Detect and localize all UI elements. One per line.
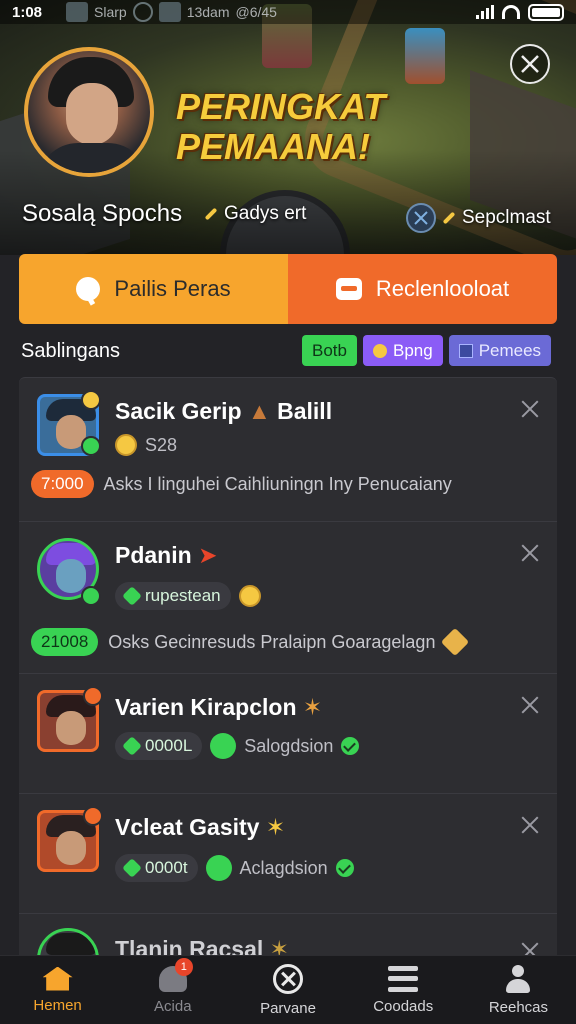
item-meta: 0000t Aclagdsion	[115, 854, 354, 882]
score-pill: 21008	[31, 628, 99, 656]
dismiss-icon[interactable]	[519, 814, 541, 836]
item-meta: 0000L Salogdsion	[115, 732, 360, 760]
status-icons	[476, 3, 564, 21]
box-icon	[335, 278, 362, 300]
nav-home[interactable]: Hemen	[0, 956, 115, 1024]
nav-battle[interactable]: Parvane	[230, 956, 345, 1024]
x-badge-icon	[83, 806, 103, 826]
nav-records[interactable]: Coodads	[346, 956, 461, 1024]
token-icon	[210, 733, 237, 759]
key-icon	[115, 434, 137, 456]
bottom-nav: Hemen 1 Acida Parvane Coodads Reehcas	[0, 955, 576, 1024]
item-meta: S28	[115, 434, 177, 456]
player-name: Sosalą Spochs	[22, 200, 183, 227]
mini-label: Slarp	[94, 4, 127, 20]
mini-thumb-icon	[158, 2, 181, 22]
wifi-icon	[502, 5, 520, 19]
primary-action-button[interactable]: Pailis Peras	[19, 254, 288, 324]
mini-avatar-icon	[66, 2, 88, 22]
status-mini-info: Slarp 13dam @6/45	[66, 2, 277, 22]
item-name: Pdanin ➤	[115, 542, 218, 568]
hero-title: PERINGKAT PEMAANA!	[176, 86, 386, 167]
status-bar: 1:08 Slarp 13dam @6/45	[0, 0, 576, 24]
pencil-icon	[442, 211, 456, 225]
gem-icon	[441, 627, 470, 657]
dismiss-icon[interactable]	[519, 398, 541, 420]
star-badge-icon	[81, 390, 101, 410]
filter-chips: Botb Bpng Pemees	[302, 335, 552, 366]
item-meta: rupestean	[115, 582, 261, 610]
close-button[interactable]	[510, 44, 550, 84]
action-bar: Pailis Peras Reclenlooloat	[19, 254, 557, 324]
filter-chip[interactable]: Botb	[302, 335, 357, 366]
secondary-action-button[interactable]: Reclenlooloat	[288, 254, 557, 324]
nav-friends[interactable]: 1 Acida	[115, 956, 230, 1024]
player-list: Sacik Gerip ▲ Balill S28 7:000 Asks I li…	[19, 377, 557, 955]
home-icon	[42, 966, 73, 991]
item-name: Vcleat Gasity ✶	[115, 814, 286, 840]
nav-profile[interactable]: Reehcas	[461, 956, 576, 1024]
gem-icon	[122, 586, 142, 606]
battery-icon	[528, 3, 564, 21]
tag-pill: rupestean	[115, 582, 231, 610]
coin-icon	[372, 343, 387, 358]
dismiss-icon[interactable]	[519, 694, 541, 716]
check-badge-icon	[81, 586, 101, 606]
notification-badge: 1	[174, 957, 193, 976]
close-circle-icon	[273, 963, 303, 994]
value-pill: 0000t	[115, 854, 198, 882]
pencil-icon	[204, 207, 218, 221]
mini-count: @6/45	[235, 4, 277, 20]
rank-badge[interactable]: Sepclmast	[406, 203, 551, 233]
player-avatar[interactable]	[24, 47, 154, 177]
check-icon	[341, 737, 360, 755]
key-icon	[76, 277, 101, 301]
status-time: 1:08	[12, 3, 43, 21]
people-icon: 1	[158, 957, 193, 992]
x-badge-icon	[83, 686, 103, 706]
check-icon	[335, 859, 354, 877]
mini-time: 13dam	[186, 4, 230, 20]
gem-icon	[122, 858, 142, 878]
dismiss-icon[interactable]	[519, 542, 541, 564]
list-item[interactable]: Varien Kirapclon ✶ 0000L Salogdsion	[19, 673, 557, 793]
filter-chip[interactable]: Pemees	[448, 335, 552, 366]
list-item[interactable]: Pdanin ➤ rupestean 21008 Osks Gecinresud…	[19, 521, 557, 673]
dismiss-icon[interactable]	[519, 940, 541, 955]
mini-ring-icon	[132, 2, 153, 22]
item-name: Sacik Gerip ▲ Balill	[115, 398, 333, 424]
coin-icon	[238, 585, 261, 607]
player-sub: Gadys ert	[204, 203, 306, 225]
item-name: Varien Kirapclon ✶	[115, 694, 323, 720]
signal-icon	[476, 5, 494, 19]
gem-icon	[122, 736, 142, 756]
user-icon	[504, 964, 532, 993]
shield-icon	[406, 203, 436, 233]
section-title: Sablingans	[21, 340, 120, 362]
token-icon	[205, 855, 232, 881]
list-item[interactable]: Vcleat Gasity ✶ 0000t Aclagdsion	[19, 793, 557, 913]
hero-character	[405, 28, 445, 84]
list-item[interactable]: Sacik Gerip ▲ Balill S28 7:000 Asks I li…	[19, 377, 557, 521]
list-icon	[388, 965, 419, 992]
avatar	[37, 928, 99, 955]
check-badge-icon	[81, 436, 101, 456]
filter-chip[interactable]: Bpng	[362, 335, 443, 366]
close-icon	[521, 55, 539, 73]
value-pill: 0000L	[115, 732, 203, 760]
item-name: Tlanin Racsal ✶	[115, 936, 289, 955]
score-pill: 7:000	[31, 470, 94, 498]
item-description: 21008 Osks Gecinresuds Pralaipn Goaragel…	[31, 627, 470, 657]
item-description: 7:000 Asks I linguhei Caihliuningn Iny P…	[31, 470, 452, 498]
list-item[interactable]: Tlanin Racsal ✶	[19, 913, 557, 955]
square-icon	[458, 343, 473, 358]
